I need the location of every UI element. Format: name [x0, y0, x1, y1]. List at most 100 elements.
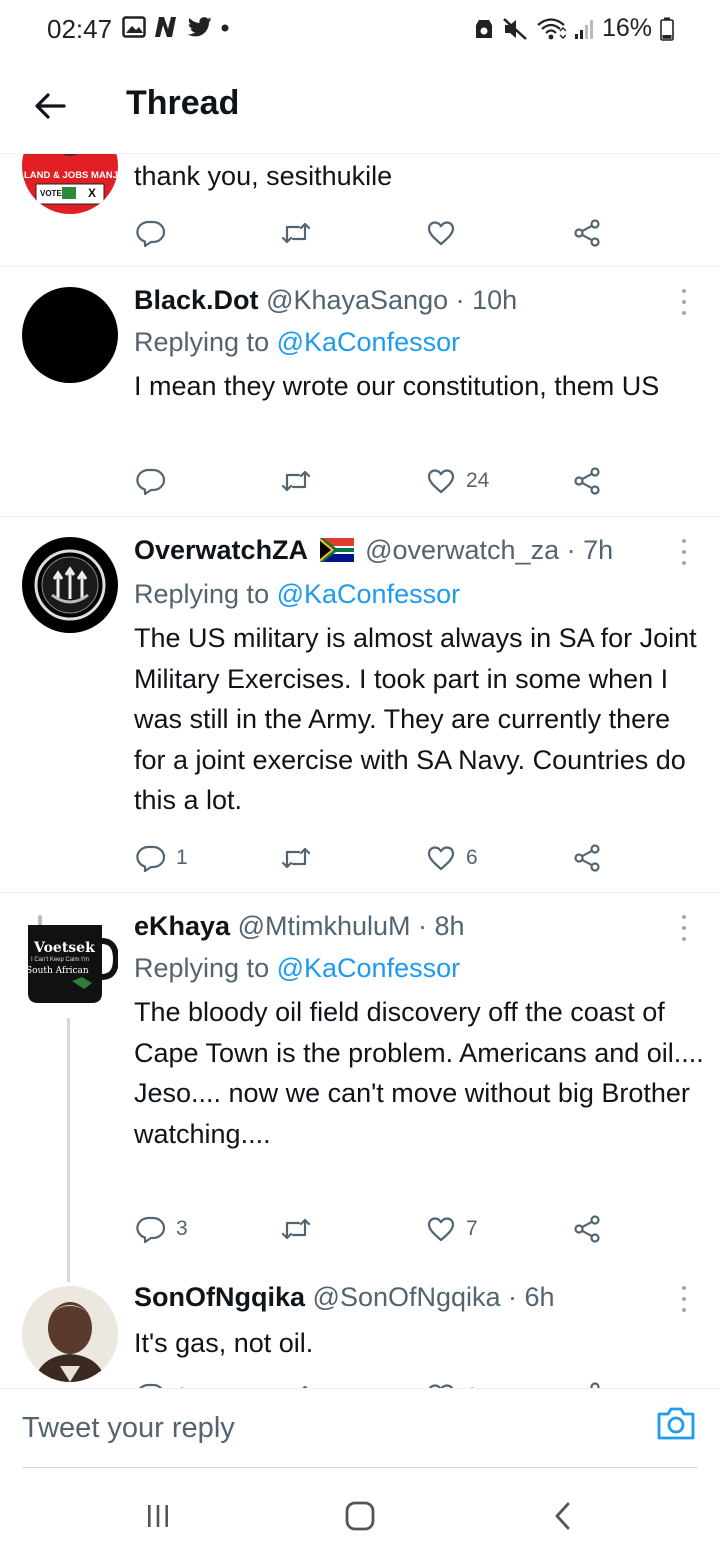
- share-icon: [574, 467, 600, 495]
- avatar[interactable]: Voetsek I Can't Keep Calm I'm South Afri…: [22, 911, 120, 1007]
- retweet-button[interactable]: [280, 461, 322, 501]
- tweet-item[interactable]: Black.Dot @KhayaSango · 10h Replying to …: [0, 267, 720, 517]
- more-options-button[interactable]: [676, 289, 692, 315]
- tweet-text: The bloody oil field discovery off the c…: [134, 997, 704, 1149]
- recent-apps-button[interactable]: [140, 1498, 176, 1534]
- tweet-actions: 3 7: [134, 1209, 614, 1249]
- tweet-text: thank you, sesithukile: [134, 161, 393, 191]
- share-button[interactable]: [572, 1376, 602, 1388]
- tweet-time: · 7h: [566, 535, 614, 565]
- status-system-icons: 16%: [474, 14, 674, 43]
- reply-button[interactable]: 3: [136, 1209, 188, 1249]
- land-jobs-poster-image: [22, 154, 118, 214]
- camera-icon: [657, 1407, 695, 1440]
- tweet-time: · 8h: [418, 911, 465, 941]
- like-button[interactable]: 6: [426, 838, 478, 878]
- share-icon: [574, 219, 600, 247]
- author-handle[interactable]: @SonOfNgqika: [313, 1282, 501, 1312]
- tweet-text: It's gas, not oil.: [134, 1328, 314, 1358]
- wifi-icon: [537, 17, 566, 39]
- author-handle[interactable]: @MtimkhuluM: [238, 911, 411, 941]
- more-options-button[interactable]: [676, 539, 692, 565]
- reply-count: 3: [176, 1217, 188, 1240]
- home-button[interactable]: [342, 1498, 378, 1534]
- avatar-mug-subtitle: I Can't Keep Calm I'm: [31, 957, 89, 963]
- share-button[interactable]: [572, 213, 602, 253]
- author-name[interactable]: Black.Dot: [134, 285, 259, 315]
- avatar-caption: LAND & JOBS MANJE!: [24, 170, 118, 181]
- avatar[interactable]: [22, 537, 118, 633]
- reply-count: 1: [176, 846, 188, 869]
- share-button[interactable]: [572, 838, 602, 878]
- avatar-vote-label: VOTE: [40, 189, 62, 198]
- page-title: Thread: [126, 84, 240, 122]
- author-name[interactable]: eKhaya: [134, 911, 230, 941]
- share-icon: [574, 844, 600, 872]
- replying-to: Replying to @KaConfessor: [134, 953, 460, 984]
- portrait-photo-image: [22, 1286, 118, 1382]
- reply-button[interactable]: 1: [136, 1376, 188, 1388]
- tweet-item[interactable]: Voetsek I Can't Keep Calm I'm South Afri…: [0, 893, 720, 1264]
- heart-icon: [428, 1384, 454, 1388]
- tweet-header: OverwatchZA @overwatch_za · 7h: [134, 535, 613, 566]
- heart-icon: [427, 846, 455, 871]
- avatar-cross-mark: X: [88, 186, 97, 200]
- reply-button[interactable]: [136, 461, 176, 501]
- like-button[interactable]: [426, 213, 466, 253]
- news-icon: [155, 17, 176, 37]
- replying-to-mention[interactable]: @KaConfessor: [277, 579, 461, 609]
- avatar[interactable]: [22, 287, 118, 383]
- back-button[interactable]: [30, 86, 70, 126]
- more-options-button[interactable]: [676, 915, 692, 941]
- camera-button[interactable]: [656, 1405, 700, 1445]
- like-count: 7: [466, 1217, 478, 1240]
- avatar[interactable]: LAND & JOBS MANJE! VOTE X: [22, 154, 118, 214]
- reply-button[interactable]: 1: [136, 838, 188, 878]
- status-time: 02:47: [47, 14, 113, 44]
- like-button[interactable]: 1: [426, 1376, 478, 1388]
- tweet-item[interactable]: LAND & JOBS MANJE! VOTE X thank you, ses…: [0, 154, 720, 267]
- reply-button[interactable]: [136, 213, 176, 253]
- data-saver-icon: [475, 19, 492, 38]
- share-button[interactable]: [572, 1209, 602, 1249]
- tweet-item[interactable]: SonOfNgqika @SonOfNgqika · 6h It's gas, …: [0, 1264, 720, 1388]
- author-handle[interactable]: @overwatch_za: [365, 535, 559, 565]
- share-button[interactable]: [572, 461, 602, 501]
- replying-to-label: Replying to: [134, 327, 270, 357]
- tweet-actions: 1 6: [134, 838, 614, 878]
- app-header: Thread: [0, 58, 720, 154]
- tweet-item[interactable]: OverwatchZA @overwatch_za · 7h Replying …: [0, 517, 720, 893]
- like-button[interactable]: 24: [426, 461, 489, 501]
- like-button[interactable]: 7: [426, 1209, 478, 1249]
- author-handle[interactable]: @KhayaSango: [266, 285, 448, 315]
- reply-input[interactable]: [22, 1403, 622, 1453]
- retweet-button[interactable]: [280, 838, 322, 878]
- system-back-button[interactable]: [545, 1498, 581, 1534]
- avatar[interactable]: [22, 1286, 118, 1382]
- retweet-button[interactable]: [280, 1209, 322, 1249]
- retweet-button[interactable]: [280, 1376, 322, 1388]
- replying-to-mention[interactable]: @KaConfessor: [277, 327, 461, 357]
- reply-icon: [138, 1383, 163, 1388]
- system-nav-bar: [0, 1468, 720, 1560]
- author-name[interactable]: SonOfNgqika: [134, 1282, 305, 1312]
- replying-to-mention[interactable]: @KaConfessor: [277, 953, 461, 983]
- author-name[interactable]: OverwatchZA: [134, 535, 308, 565]
- tweet-time: · 6h: [508, 1282, 555, 1312]
- heart-icon: [427, 1217, 455, 1242]
- status-notification-icons: [122, 16, 230, 38]
- like-count: 6: [466, 846, 478, 869]
- replying-to: Replying to @KaConfessor: [134, 327, 460, 358]
- tweet-header: eKhaya @MtimkhuluM · 8h: [134, 911, 465, 942]
- recent-apps-icon: [148, 1505, 168, 1527]
- back-chevron-icon: [555, 1502, 570, 1530]
- retweet-button[interactable]: [280, 213, 322, 253]
- avatar-mug-title: Voetsek: [34, 940, 95, 956]
- more-options-button[interactable]: [676, 1286, 692, 1312]
- tweet-actions: [134, 213, 614, 253]
- thread-list[interactable]: LAND & JOBS MANJE! VOTE X thank you, ses…: [0, 154, 720, 1388]
- like-count: 24: [466, 469, 490, 492]
- battery-icon: [660, 17, 674, 41]
- south-africa-flag-icon: [319, 538, 354, 562]
- tweet-text: The US military is almost always in SA f…: [134, 623, 697, 815]
